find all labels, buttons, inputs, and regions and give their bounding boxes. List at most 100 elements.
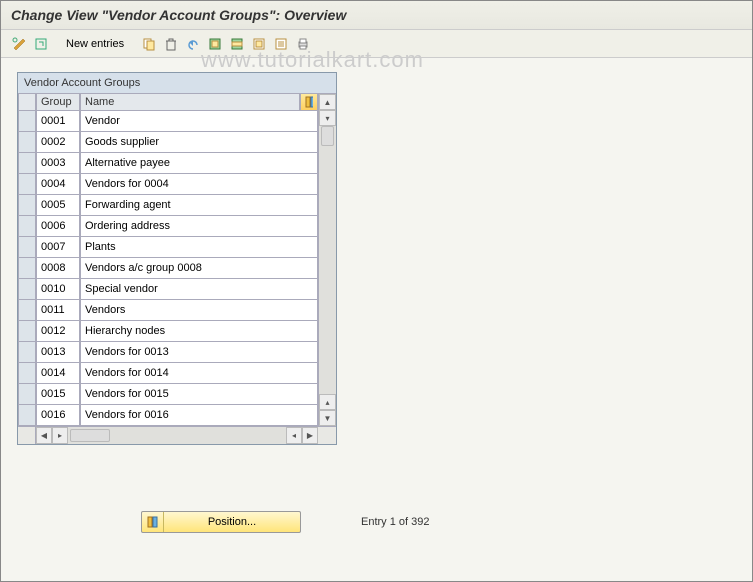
copy-button[interactable] — [139, 34, 159, 54]
new-entries-button[interactable]: New entries — [57, 35, 133, 53]
row-selector[interactable] — [18, 279, 36, 300]
table-row: 0016Vendors for 0016 — [18, 405, 318, 426]
column-header-group[interactable]: Group — [36, 94, 80, 111]
scroll-up-step-button[interactable]: ▾ — [319, 110, 336, 126]
cell-group[interactable]: 0013 — [36, 342, 80, 363]
scroll-down-step-button[interactable]: ▴ — [319, 394, 336, 410]
table-row: 0011Vendors — [18, 300, 318, 321]
hscroll-spacer — [18, 427, 36, 444]
scroll-up-button[interactable]: ▲ — [319, 94, 336, 110]
cell-group[interactable]: 0002 — [36, 132, 80, 153]
cell-group[interactable]: 0016 — [36, 405, 80, 426]
row-selector[interactable] — [18, 195, 36, 216]
table-row: 0004Vendors for 0004 — [18, 174, 318, 195]
print-icon — [296, 37, 310, 51]
column-header-name[interactable]: Name — [80, 94, 300, 111]
copy-icon — [142, 37, 156, 51]
cell-group[interactable]: 0004 — [36, 174, 80, 195]
cell-name[interactable]: Goods supplier — [80, 132, 318, 153]
cell-group[interactable]: 0006 — [36, 216, 80, 237]
cell-group[interactable]: 0015 — [36, 384, 80, 405]
hscroll-right-step-button[interactable]: ◂ — [286, 427, 302, 444]
table-title: Vendor Account Groups — [18, 73, 336, 94]
horizontal-scrollbar[interactable]: ◀ ▸ ◂ ▶ — [18, 426, 336, 444]
scroll-track[interactable] — [319, 126, 336, 394]
cell-name[interactable]: Ordering address — [80, 216, 318, 237]
select-all-button[interactable] — [205, 34, 225, 54]
row-selector[interactable] — [18, 258, 36, 279]
table-row: 0013Vendors for 0013 — [18, 342, 318, 363]
cell-name[interactable]: Alternative payee — [80, 153, 318, 174]
cell-name[interactable]: Vendors for 0013 — [80, 342, 318, 363]
cell-name[interactable]: Vendors for 0014 — [80, 363, 318, 384]
cell-group[interactable]: 0005 — [36, 195, 80, 216]
cell-group[interactable]: 0014 — [36, 363, 80, 384]
row-selector[interactable] — [18, 342, 36, 363]
cell-name[interactable]: Hierarchy nodes — [80, 321, 318, 342]
undo-button[interactable] — [183, 34, 203, 54]
table-row: 0001Vendor — [18, 111, 318, 132]
cell-group[interactable]: 0007 — [36, 237, 80, 258]
deselect-all-button[interactable] — [249, 34, 269, 54]
cell-group[interactable]: 0012 — [36, 321, 80, 342]
table-row: 0003Alternative payee — [18, 153, 318, 174]
cell-name[interactable]: Vendors for 0004 — [80, 174, 318, 195]
cell-name[interactable]: Forwarding agent — [80, 195, 318, 216]
table-row: 0010Special vendor — [18, 279, 318, 300]
cell-group[interactable]: 0008 — [36, 258, 80, 279]
hscroll-left-step-button[interactable]: ▸ — [52, 427, 68, 444]
select-block-button[interactable] — [227, 34, 247, 54]
row-selector[interactable] — [18, 237, 36, 258]
row-selector[interactable] — [18, 300, 36, 321]
table-header-row: Group Name — [18, 94, 318, 111]
cell-name[interactable]: Vendors for 0015 — [80, 384, 318, 405]
expand-button[interactable] — [31, 34, 51, 54]
cell-name[interactable]: Plants — [80, 237, 318, 258]
cell-name[interactable]: Vendors for 0016 — [80, 405, 318, 426]
table-body: 0001Vendor0002Goods supplier0003Alternat… — [18, 111, 318, 426]
hscroll-track[interactable] — [68, 427, 286, 444]
cell-group[interactable]: 0001 — [36, 111, 80, 132]
row-selector[interactable] — [18, 321, 36, 342]
row-selector[interactable] — [18, 111, 36, 132]
row-selector[interactable] — [18, 132, 36, 153]
print-button[interactable] — [293, 34, 313, 54]
row-selector[interactable] — [18, 174, 36, 195]
row-selector[interactable] — [18, 384, 36, 405]
cell-name[interactable]: Vendors — [80, 300, 318, 321]
cell-name[interactable]: Vendors a/c group 0008 — [80, 258, 318, 279]
hscroll-left-button[interactable]: ◀ — [36, 427, 52, 444]
hscroll-corner — [318, 427, 336, 444]
pencil-glasses-icon — [12, 37, 26, 51]
table-row: 0005Forwarding agent — [18, 195, 318, 216]
entry-counter: Entry 1 of 392 — [361, 516, 430, 528]
row-selector[interactable] — [18, 363, 36, 384]
hscroll-thumb[interactable] — [70, 429, 110, 442]
cell-group[interactable]: 0011 — [36, 300, 80, 321]
cell-name[interactable]: Vendor — [80, 111, 318, 132]
cell-group[interactable]: 0003 — [36, 153, 80, 174]
table-settings-button[interactable] — [300, 94, 318, 111]
delete-button[interactable] — [161, 34, 181, 54]
trash-icon — [164, 37, 178, 51]
cell-group[interactable]: 0010 — [36, 279, 80, 300]
config-icon — [274, 37, 288, 51]
scroll-thumb[interactable] — [321, 126, 334, 146]
cell-name[interactable]: Special vendor — [80, 279, 318, 300]
position-icon — [142, 512, 164, 532]
footer-row: Position... Entry 1 of 392 — [1, 511, 752, 533]
config-button[interactable] — [271, 34, 291, 54]
toolbar: New entries — [1, 30, 752, 58]
toggle-display-change-button[interactable] — [9, 34, 29, 54]
vendor-groups-table: Vendor Account Groups Group Name 0001Ven… — [17, 72, 337, 445]
row-selector[interactable] — [18, 405, 36, 426]
position-button[interactable]: Position... — [141, 511, 301, 533]
hscroll-right-button[interactable]: ▶ — [302, 427, 318, 444]
row-selector[interactable] — [18, 216, 36, 237]
table-row: 0006Ordering address — [18, 216, 318, 237]
vertical-scrollbar[interactable]: ▲ ▾ ▴ ▼ — [318, 94, 336, 426]
column-header-selector[interactable] — [18, 94, 36, 111]
row-selector[interactable] — [18, 153, 36, 174]
scroll-down-button[interactable]: ▼ — [319, 410, 336, 426]
window-title: Change View "Vendor Account Groups": Ove… — [1, 1, 752, 30]
